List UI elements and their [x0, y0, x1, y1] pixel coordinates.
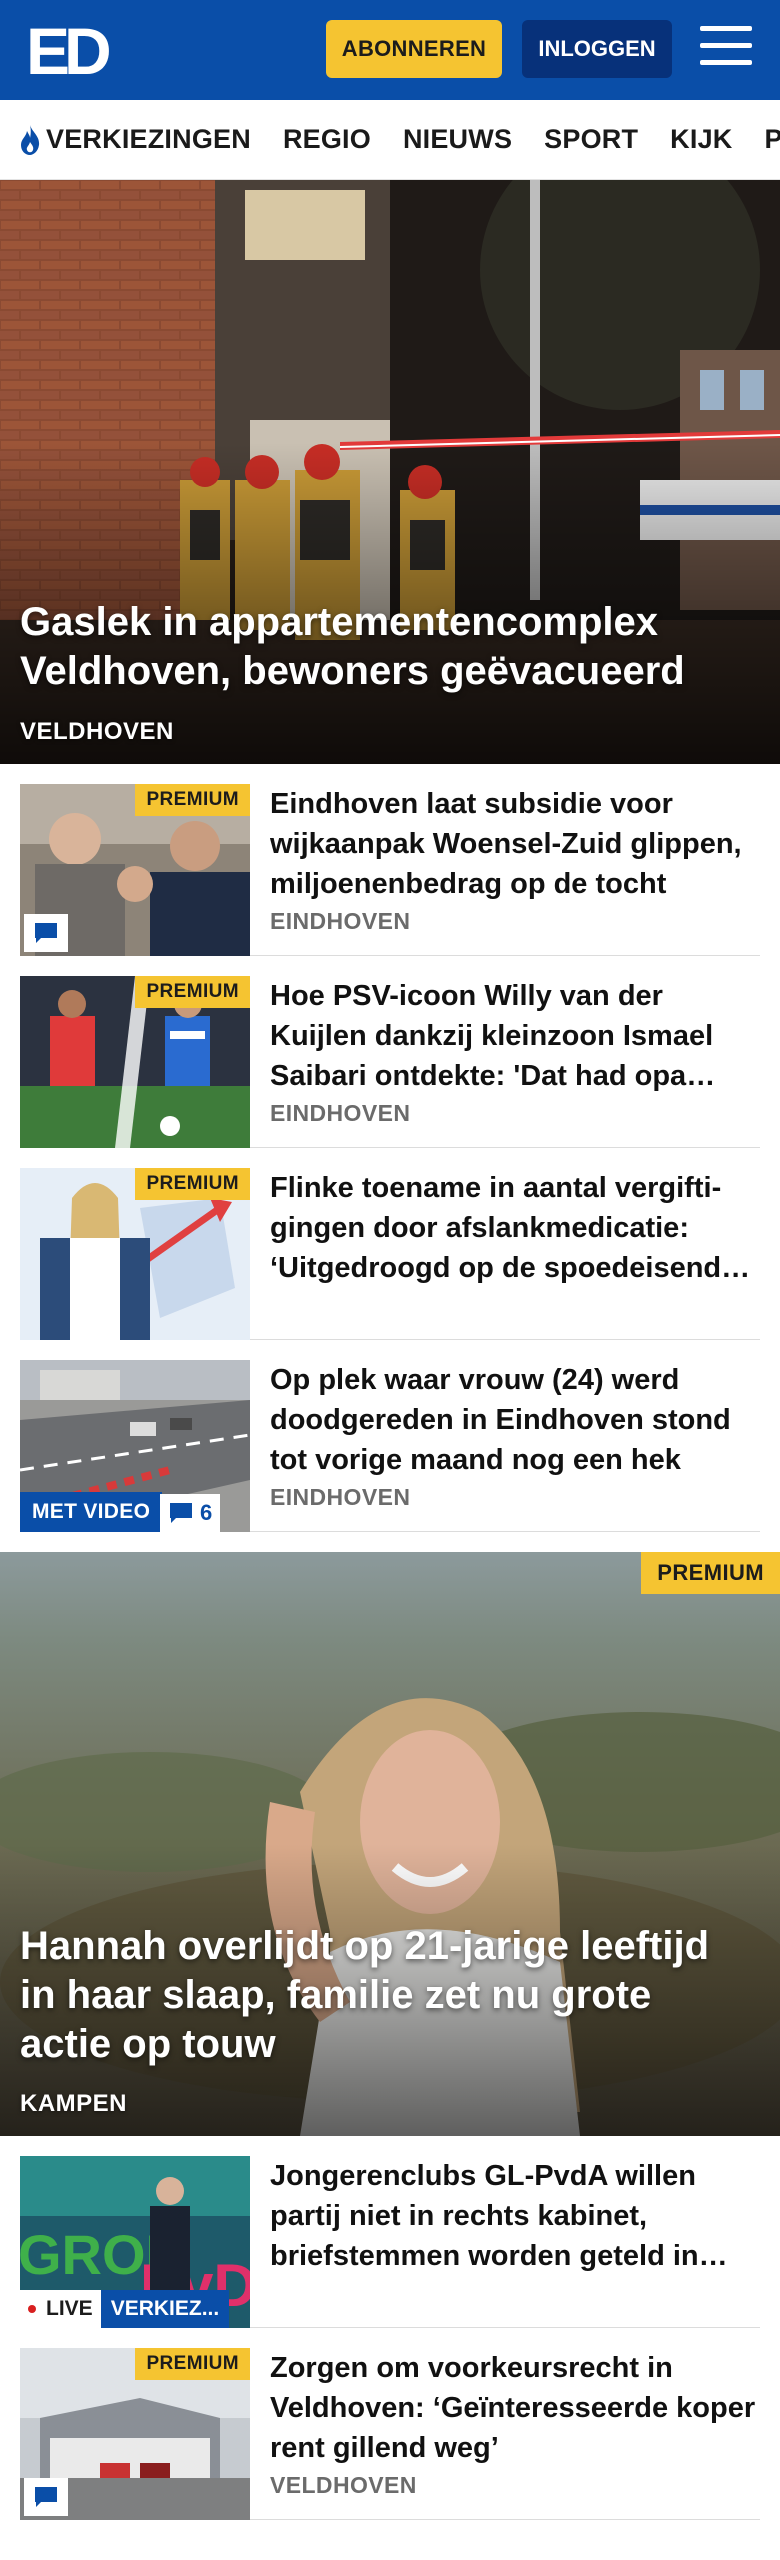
list-item[interactable]: PREMIUM Hoe PSV-icoon Willy van der Kuij… — [20, 956, 760, 1148]
hero-article[interactable]: Gaslek in appartementencomplex Veldhoven… — [0, 180, 780, 764]
premium-badge: PREMIUM — [135, 976, 250, 1008]
comment-icon — [170, 1503, 192, 1523]
article-title[interactable]: Op plek waar vrouw (24) werd doodgereden… — [270, 1360, 760, 1480]
login-button[interactable]: INLOGGEN — [522, 20, 672, 78]
section-nav: VERKIEZINGEN REGIO NIEUWS SPORT KIJK POD… — [0, 100, 780, 180]
article-title[interactable]: Flinke toename in aantal vergifti­gingen… — [270, 1168, 760, 1288]
hero-title[interactable]: Gaslek in appartementencomplex Veldhoven… — [20, 598, 740, 696]
hamburger-menu-icon[interactable] — [700, 26, 752, 70]
hero-article-2[interactable]: PREMIUM Hannah overlijdt op 21-jarige le… — [0, 1552, 780, 2136]
premium-badge: PREMIUM — [641, 1552, 780, 1594]
comment-icon — [24, 914, 68, 952]
hero-location: VELDHOVEN — [20, 718, 174, 745]
nav-item-label: VERKIEZINGEN — [46, 124, 251, 154]
article-title[interactable]: Hoe PSV-icoon Willy van der Kuijlen dank… — [270, 976, 760, 1096]
list-item[interactable]: MET VIDEO 6 Op plek waar vrouw (24) werd… — [20, 1340, 760, 1532]
nav-item-nieuws[interactable]: NIEUWS — [403, 124, 512, 155]
premium-badge: PREMIUM — [135, 1168, 250, 1200]
list-item[interactable]: PREMIUM Eindhoven laat subsidie voor wij… — [20, 764, 760, 956]
article-location: EINDHOVEN — [270, 908, 411, 934]
comment-count: 6 — [200, 1500, 213, 1525]
live-dot-icon — [28, 2305, 36, 2313]
nav-item-kijk[interactable]: KIJK — [670, 124, 732, 155]
nav-item-podcast[interactable]: PODC — [765, 124, 780, 155]
list-item[interactable]: PREMIUM Zorgen om voorkeursrecht in Veld… — [20, 2328, 760, 2520]
svg-text:ED: ED — [26, 18, 109, 80]
article-list: PREMIUM Eindhoven laat subsidie voor wij… — [0, 764, 780, 1532]
article-title[interactable]: Eindhoven laat subsidie voor wijkaanpak … — [270, 784, 760, 904]
live-badge: LIVE VERKIEZ... — [20, 2290, 230, 2328]
subscribe-button[interactable]: ABONNEREN — [326, 20, 502, 78]
live-label: LIVE — [46, 2297, 93, 2320]
article-location: EINDHOVEN — [270, 1484, 411, 1510]
comment-icon — [24, 2478, 68, 2516]
comment-count-badge: 6 — [160, 1494, 221, 1532]
article-title[interactable]: Jongerenclubs GL-PvdA willen partij niet… — [270, 2156, 760, 2276]
article-title[interactable]: Zorgen om voorkeursrecht in Veldhoven: ‘… — [270, 2348, 760, 2468]
nav-item-verkiezingen[interactable]: VERKIEZINGEN — [18, 124, 251, 156]
hero-location: KAMPEN — [20, 2090, 128, 2117]
category-tag: VERKIEZ... — [100, 2290, 230, 2328]
article-location: VELDHOVEN — [270, 2472, 417, 2498]
article-thumbnail: PREMIUM — [20, 1168, 250, 1340]
top-header: ED ABONNEREN INLOGGEN — [0, 0, 780, 100]
flame-icon — [21, 124, 40, 155]
article-thumbnail: PREMIUM — [20, 976, 250, 1148]
premium-badge: PREMIUM — [135, 784, 250, 816]
ed-logo[interactable]: ED — [26, 18, 118, 80]
nav-item-regio[interactable]: REGIO — [283, 124, 371, 155]
article-thumbnail: PREMIUM — [20, 784, 250, 956]
article-thumbnail: MET VIDEO 6 — [20, 1360, 250, 1532]
article-list-2: GROE PvD LIVE VERKIEZ... Jongerenclubs G… — [0, 2136, 780, 2520]
hero-title[interactable]: Hannah overlijdt op 21-jarige leeftijd i… — [20, 1922, 740, 2069]
list-item[interactable]: PREMIUM Flinke toename in aantal vergift… — [20, 1148, 760, 1340]
video-badge: MET VIDEO — [20, 1492, 163, 1532]
list-item[interactable]: GROE PvD LIVE VERKIEZ... Jongerenclubs G… — [20, 2136, 760, 2328]
premium-badge: PREMIUM — [135, 2348, 250, 2380]
article-location: EINDHOVEN — [270, 1100, 411, 1126]
article-thumbnail: GROE PvD LIVE VERKIEZ... — [20, 2156, 250, 2328]
nav-item-sport[interactable]: SPORT — [544, 124, 638, 155]
article-thumbnail: PREMIUM — [20, 2348, 250, 2520]
